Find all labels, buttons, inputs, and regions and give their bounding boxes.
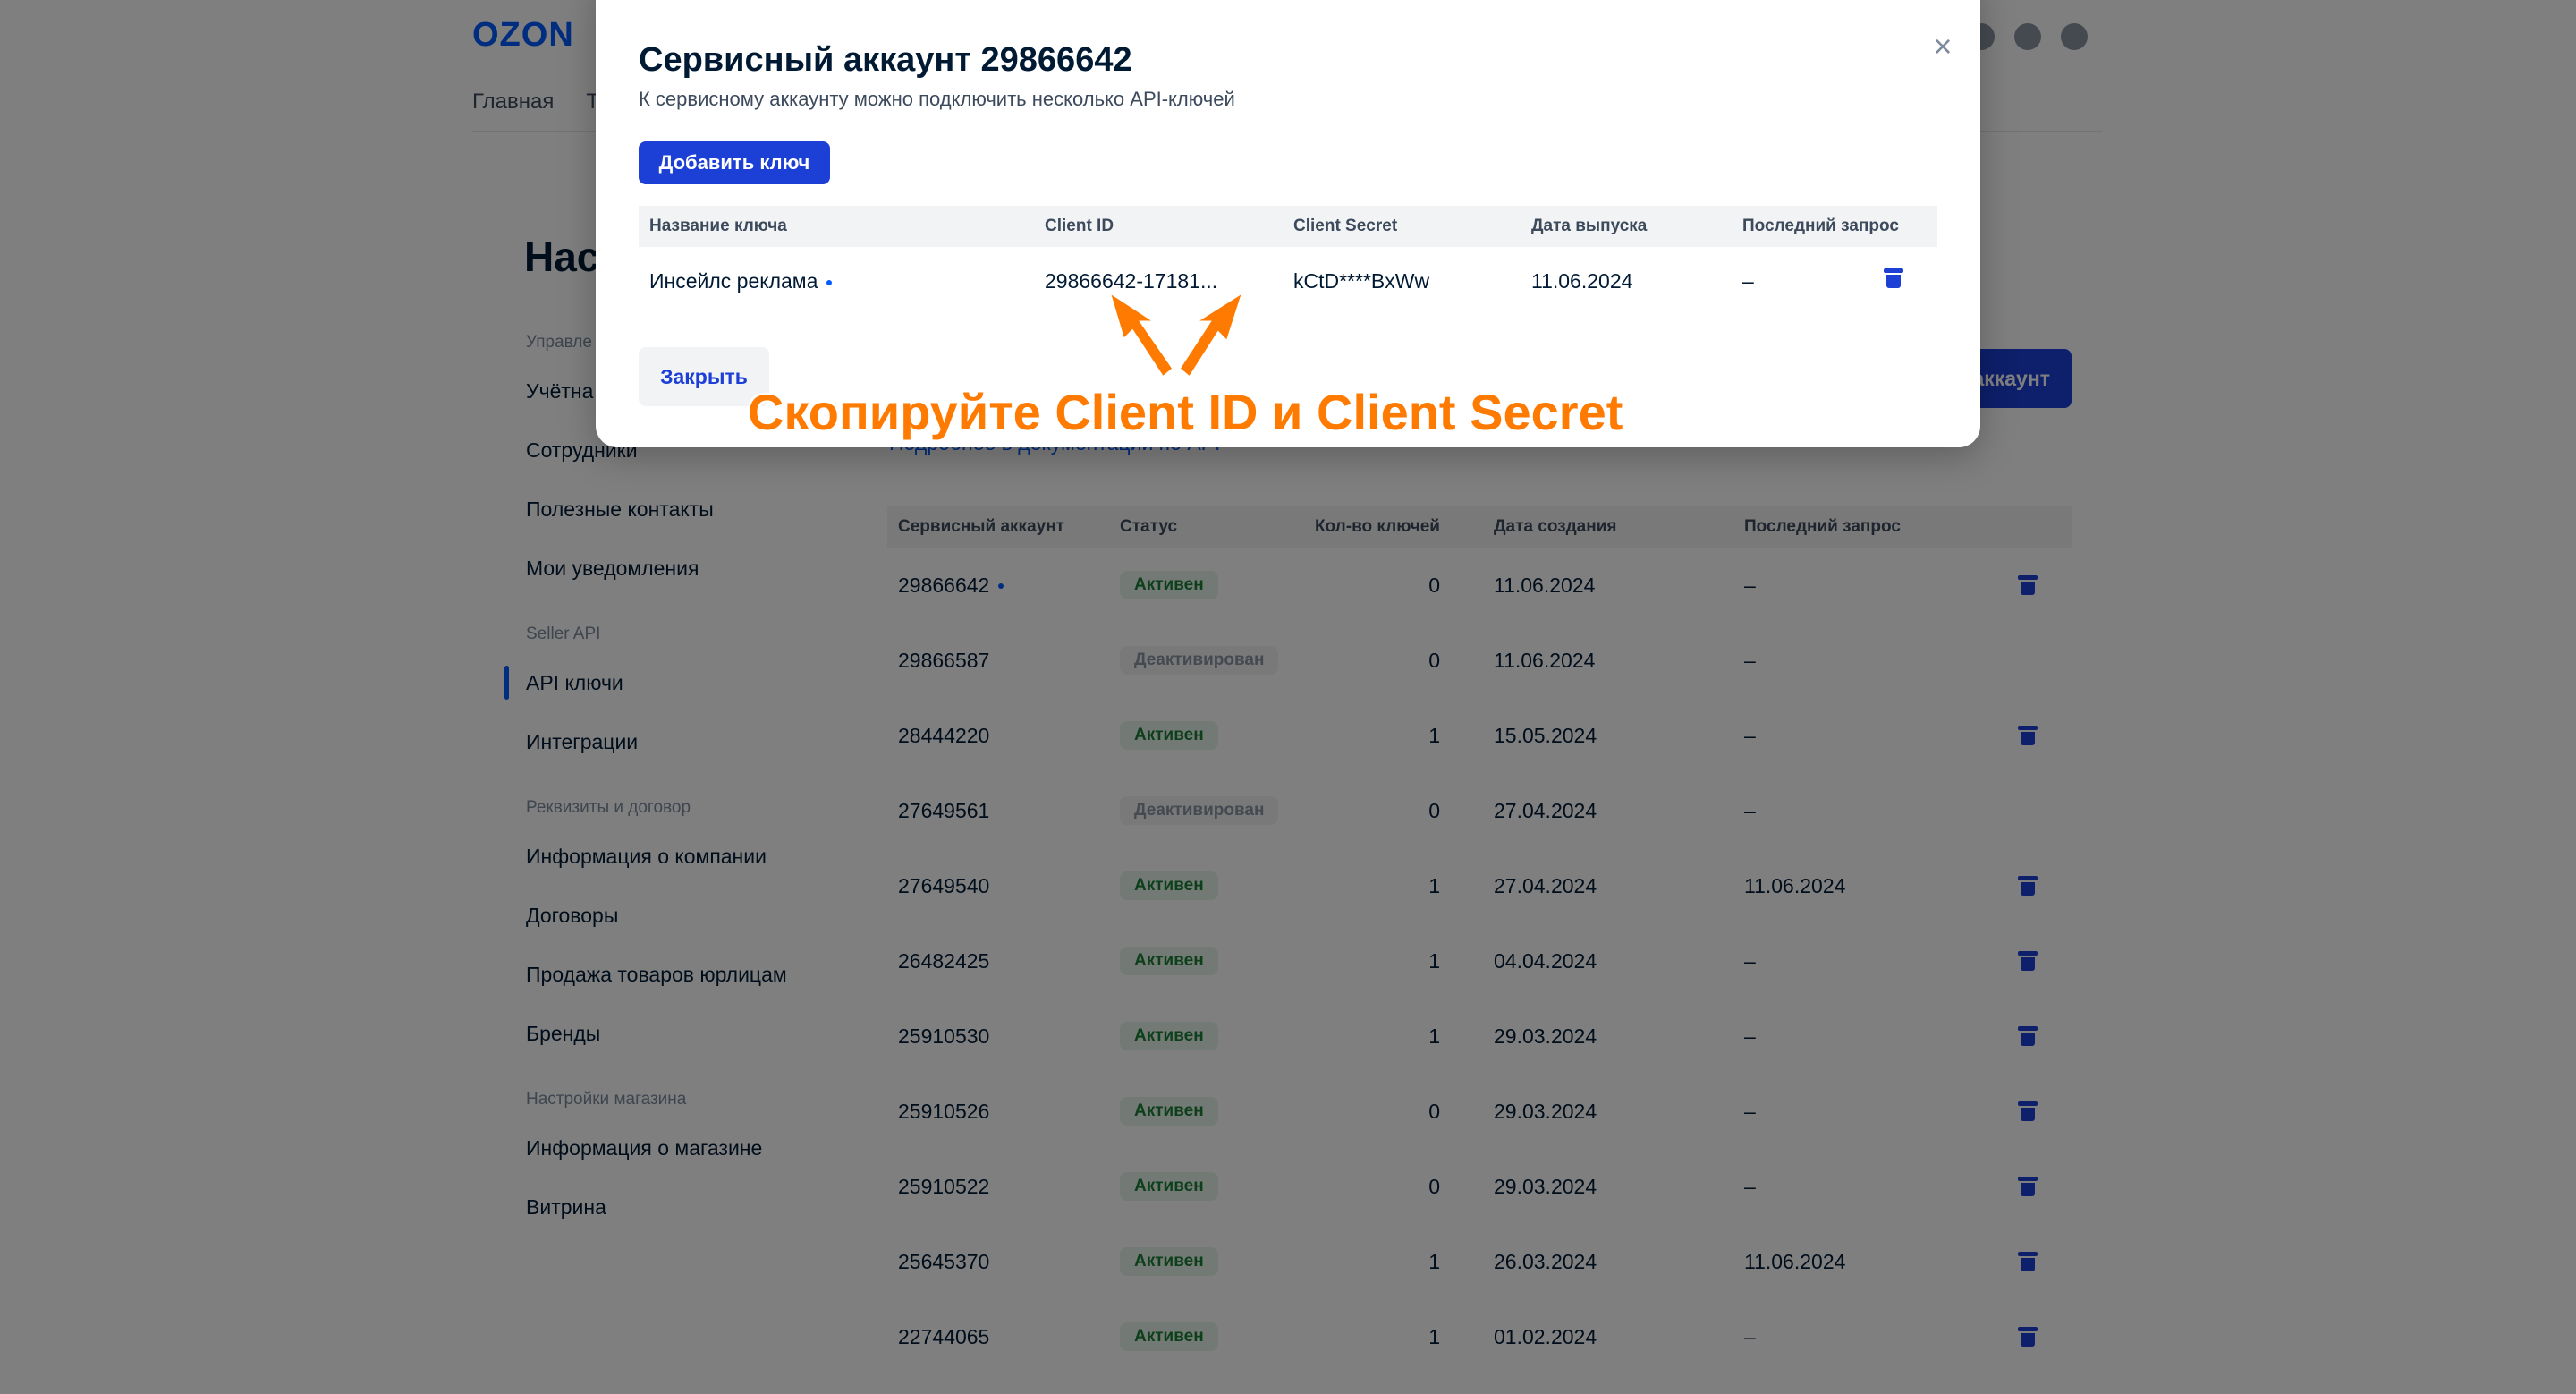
annotation-arrows [1106,288,1246,380]
key-row[interactable]: Инсейлс реклама 29866642-17181... kCtD**… [639,247,1937,315]
issued-date: 11.06.2024 [1531,269,1633,293]
close-icon[interactable]: × [1925,29,1961,64]
col-key-name: Название ключа [649,217,787,235]
col-client-secret: Client Secret [1293,217,1398,235]
modal-title: Сервисный аккаунт 29866642 [639,41,1132,79]
arrow-to-client-id-icon [1106,288,1176,380]
add-key-button[interactable]: Добавить ключ [639,141,830,184]
keys-table-header: Название ключа Client ID Client Secret Д… [639,206,1937,247]
delete-key-icon[interactable] [1884,268,1903,288]
key-name: Инсейлс реклама [649,269,818,293]
col-client-id: Client ID [1045,217,1114,235]
service-account-modal: × Сервисный аккаунт 29866642 К сервисном… [596,0,1980,447]
col-last-request: Последний запрос [1742,217,1899,235]
client-secret-value[interactable]: kCtD****BxWw [1293,247,1429,315]
modal-subtitle: К сервисному аккаунту можно подключить н… [639,88,1235,110]
annotation-caption: Скопируйте Client ID и Client Secret [748,384,1623,440]
status-dot-icon [826,279,833,285]
last-request: – [1742,269,1754,293]
col-issued: Дата выпуска [1531,217,1648,235]
arrow-to-client-secret-icon [1177,288,1246,380]
